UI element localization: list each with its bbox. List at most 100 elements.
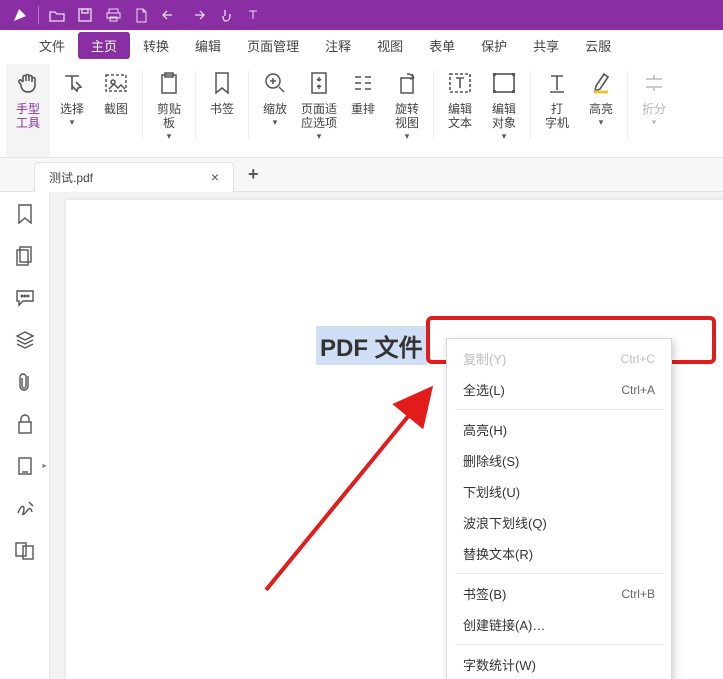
menu-tab-home[interactable]: 主页: [78, 32, 130, 59]
qat-customize-icon[interactable]: [239, 4, 267, 26]
side-pages-icon[interactable]: [15, 246, 35, 266]
chevron-down-icon: ▾: [273, 117, 278, 128]
rotate-icon: [392, 68, 422, 98]
ctx-squiggly[interactable]: 波浪下划线(Q): [447, 507, 671, 538]
qat-undo-icon[interactable]: [155, 4, 183, 26]
typewriter-icon: [542, 68, 572, 98]
menu-tab-protect[interactable]: 保护: [468, 32, 520, 59]
qat-redo-icon[interactable]: [183, 4, 211, 26]
ctx-highlight[interactable]: 高亮(H): [447, 414, 671, 445]
menu-tab-file[interactable]: 文件: [26, 32, 78, 59]
ribbon-edit-text-tool[interactable]: 编辑文本: [438, 64, 482, 157]
ribbon-rotate-tool[interactable]: 旋转视图 ▾: [385, 64, 429, 157]
side-attachments-icon[interactable]: [15, 372, 35, 392]
ribbon-clipboard-label: 剪贴板: [157, 102, 181, 130]
zoom-icon: [260, 68, 290, 98]
ribbon-fold-label: 折分: [642, 102, 666, 116]
ribbon-typewriter-label: 打字机: [545, 102, 569, 130]
chevron-down-icon: ▾: [167, 131, 172, 142]
ctx-create-link[interactable]: 创建链接(A)…: [447, 609, 671, 640]
ctx-strikethrough[interactable]: 删除线(S): [447, 445, 671, 476]
ribbon-separator: [627, 70, 628, 139]
selected-text[interactable]: PDF 文件: [316, 326, 427, 365]
menu-tab-comment[interactable]: 注释: [312, 32, 364, 59]
ctx-select-all[interactable]: 全选(L)Ctrl+A: [447, 374, 671, 405]
ribbon-typewriter-tool[interactable]: 打字机: [535, 64, 579, 157]
chevron-down-icon: ▾: [405, 131, 410, 142]
ctx-bookmark[interactable]: 书签(B)Ctrl+B: [447, 578, 671, 609]
ribbon-reflow-tool[interactable]: 重排: [341, 64, 385, 157]
page-fit-icon: [304, 68, 334, 98]
ribbon-zoom-label: 缩放: [263, 102, 287, 116]
fold-icon: [639, 68, 669, 98]
ribbon-select-tool[interactable]: 选择 ▾: [50, 64, 94, 157]
ribbon-highlight-label: 高亮: [589, 102, 613, 116]
ribbon-hand-label: 手型工具: [16, 102, 40, 130]
side-security-icon[interactable]: [15, 414, 35, 434]
ribbon-edit-text-label: 编辑文本: [448, 102, 472, 130]
side-compare-icon[interactable]: [15, 540, 35, 560]
ribbon-separator: [433, 70, 434, 139]
ctx-word-count[interactable]: 字数统计(W): [447, 649, 671, 679]
ctx-separator: [455, 644, 663, 645]
document-tab-label: 测试.pdf: [49, 169, 93, 186]
ribbon-snapshot-label: 截图: [104, 102, 128, 116]
menu-tab-view[interactable]: 视图: [364, 32, 416, 59]
document-tab[interactable]: 测试.pdf ×: [34, 162, 234, 192]
menu-tab-cloud[interactable]: 云服: [572, 32, 624, 59]
side-sign-icon[interactable]: [15, 498, 35, 518]
ribbon-clipboard-tool[interactable]: 剪贴板 ▾: [147, 64, 191, 157]
ribbon-snapshot-tool[interactable]: 截图: [94, 64, 138, 157]
menu-tab-share[interactable]: 共享: [520, 32, 572, 59]
ribbon-highlight-tool[interactable]: 高亮 ▾: [579, 64, 623, 157]
pdf-page[interactable]: PDF 文件 复制(Y)Ctrl+C 全选(L)Ctrl+A 高亮(H) 删除线…: [66, 200, 723, 679]
bookmark-icon: [207, 68, 237, 98]
reflow-icon: [348, 68, 378, 98]
ctx-copy: 复制(Y)Ctrl+C: [447, 343, 671, 374]
side-layers-icon[interactable]: [15, 330, 35, 350]
document-canvas[interactable]: PDF 文件 复制(Y)Ctrl+C 全选(L)Ctrl+A 高亮(H) 删除线…: [50, 192, 723, 679]
qat-separator: [38, 6, 39, 24]
ribbon-bookmark-tool[interactable]: 书签: [200, 64, 244, 157]
ribbon-edit-object-tool[interactable]: 编辑对象 ▾: [482, 64, 526, 157]
qat-touch-icon[interactable]: [211, 4, 239, 26]
menu-tab-form[interactable]: 表单: [416, 32, 468, 59]
qat-print-icon[interactable]: [99, 4, 127, 26]
document-tab-bar: 测试.pdf × +: [0, 158, 723, 192]
ribbon-zoom-tool[interactable]: 缩放 ▾: [253, 64, 297, 157]
qat-open-icon[interactable]: [43, 4, 71, 26]
close-tab-icon[interactable]: ×: [207, 169, 223, 185]
side-comments-icon[interactable]: [15, 288, 35, 308]
ctx-replace-text[interactable]: 替换文本(R): [447, 538, 671, 569]
menu-tab-page[interactable]: 页面管理: [234, 32, 312, 59]
ribbon-fold-tool[interactable]: 折分 ▾: [632, 64, 676, 157]
add-tab-button[interactable]: +: [234, 164, 273, 185]
ribbon-bookmark-label: 书签: [210, 102, 234, 116]
menu-tab-convert[interactable]: 转换: [130, 32, 182, 59]
ribbon-edit-object-label: 编辑对象: [492, 102, 516, 130]
menu-tabs-row: 文件 主页 转换 编辑 页面管理 注释 视图 表单 保护 共享 云服: [0, 30, 723, 60]
qat-save-icon[interactable]: [71, 4, 99, 26]
app-icon: [6, 4, 34, 26]
highlight-icon: [586, 68, 616, 98]
ctx-separator: [455, 573, 663, 574]
work-area: ▸ PDF 文件 复制(Y)Ctrl+C 全选(L)Ctrl+A 高亮(H) 删…: [0, 192, 723, 679]
ribbon-separator: [530, 70, 531, 139]
ribbon-toolbar: 手型工具 选择 ▾ 截图 剪贴板 ▾ 书签 缩放 ▾: [0, 60, 723, 158]
ctx-underline[interactable]: 下划线(U): [447, 476, 671, 507]
edit-text-icon: [445, 68, 475, 98]
side-bookmark-icon[interactable]: [15, 204, 35, 224]
ribbon-hand-tool[interactable]: 手型工具: [6, 64, 50, 157]
side-field-icon[interactable]: ▸: [15, 456, 35, 476]
edit-object-icon: [489, 68, 519, 98]
context-menu: 复制(Y)Ctrl+C 全选(L)Ctrl+A 高亮(H) 删除线(S) 下划线…: [446, 338, 672, 679]
qat-new-icon[interactable]: [127, 4, 155, 26]
chevron-down-icon: ▾: [70, 117, 75, 128]
menu-tab-edit[interactable]: 编辑: [182, 32, 234, 59]
ribbon-fit-label: 页面适应选项: [301, 102, 337, 130]
chevron-right-icon: ▸: [42, 461, 46, 470]
ribbon-rotate-label: 旋转视图: [395, 102, 419, 130]
chevron-down-icon: ▾: [652, 117, 657, 128]
ribbon-fit-tool[interactable]: 页面适应选项 ▾: [297, 64, 341, 157]
ribbon-reflow-label: 重排: [351, 102, 375, 116]
